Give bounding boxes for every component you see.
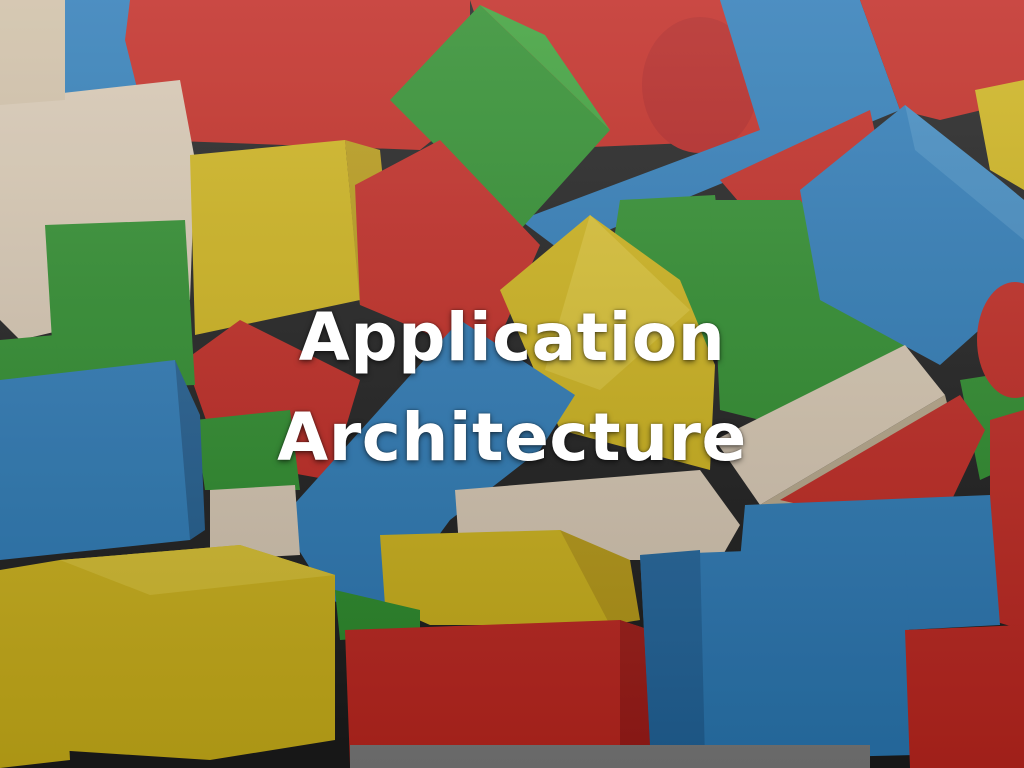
slide-title: Application Architecture (0, 288, 1024, 488)
slide: Application Architecture (0, 0, 1024, 768)
title-line-1: Application (298, 299, 726, 376)
title-line-2: Architecture (277, 399, 747, 476)
